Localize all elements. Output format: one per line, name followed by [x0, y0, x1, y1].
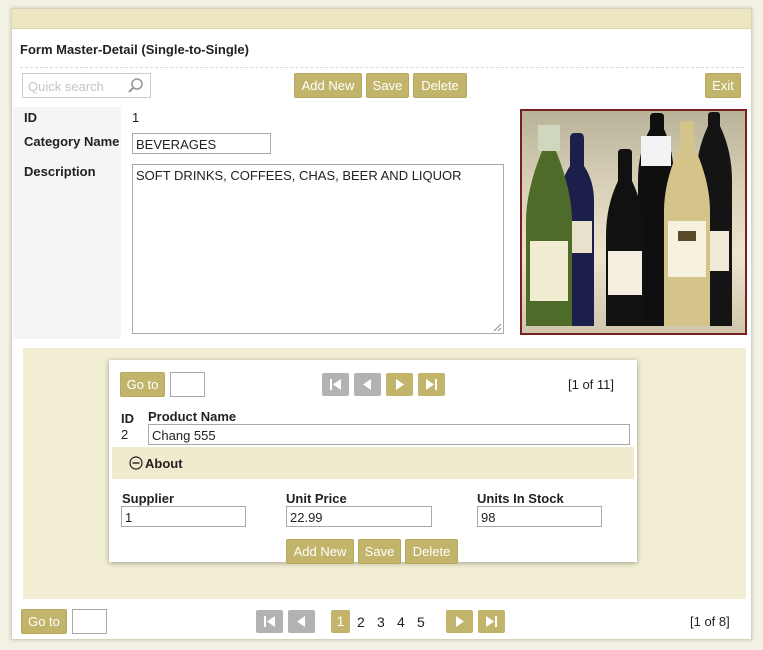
first-page-button[interactable] [256, 610, 283, 633]
page-link-5[interactable]: 5 [417, 614, 425, 630]
goto-button[interactable]: Go to [21, 609, 67, 634]
product-name-label: Product Name [148, 409, 237, 424]
id-value: 1 [132, 110, 140, 125]
detail-next-button[interactable] [386, 373, 413, 396]
description-label: Description [24, 164, 96, 179]
about-section-header[interactable]: About [112, 447, 634, 479]
collapse-circle-icon[interactable] [129, 456, 143, 470]
page-link-1[interactable]: 1 [331, 610, 350, 633]
prev-page-icon [363, 379, 371, 390]
id-label: ID [24, 110, 37, 125]
resize-grip-icon[interactable] [493, 323, 502, 332]
next-page-button[interactable] [446, 610, 473, 633]
detail-save-button[interactable]: Save [358, 539, 401, 564]
unit-price-input[interactable]: 22.99 [286, 506, 432, 527]
detail-last-button[interactable] [418, 373, 445, 396]
description-text: SOFT DRINKS, COFFEES, CHAS, BEER AND LIQ… [136, 168, 462, 183]
last-page-button[interactable] [478, 610, 505, 633]
supplier-label: Supplier [122, 491, 175, 506]
page-link-2[interactable]: 2 [357, 614, 365, 630]
unit-price-label: Unit Price [286, 491, 347, 506]
quick-search-input[interactable]: Quick search [22, 73, 151, 98]
category-name-input[interactable]: BEVERAGES [132, 133, 271, 154]
detail-prev-button[interactable] [354, 373, 381, 396]
detail-goto-input[interactable] [170, 372, 205, 397]
about-label: About [145, 456, 183, 471]
units-in-stock-label: Units In Stock [477, 491, 564, 506]
prev-page-icon [297, 616, 305, 627]
detail-goto-button[interactable]: Go to [120, 372, 165, 397]
prev-page-button[interactable] [288, 610, 315, 633]
detail-delete-button[interactable]: Delete [405, 539, 458, 564]
units-in-stock-input[interactable]: 98 [477, 506, 602, 527]
detail-first-button[interactable] [322, 373, 349, 396]
first-page-icon [264, 616, 275, 627]
page-counter: [1 of 8] [690, 614, 730, 629]
last-page-icon [426, 379, 437, 390]
detail-id-label: ID [121, 411, 134, 426]
detail-id-value: 2 [121, 427, 129, 442]
exit-button[interactable]: Exit [705, 73, 741, 98]
save-button[interactable]: Save [366, 73, 409, 98]
detail-add-new-button[interactable]: Add New [286, 539, 354, 564]
page-link-3[interactable]: 3 [377, 614, 385, 630]
detail-card: Go to [1 of 11] ID 2 Product Name Chang … [109, 360, 637, 564]
form-title: Form Master-Detail (Single-to-Single) [20, 42, 249, 57]
category-name-label: Category Name [24, 134, 120, 149]
product-name-input[interactable]: Chang 555 [148, 424, 630, 445]
top-band [12, 9, 751, 29]
page-link-4[interactable]: 4 [397, 614, 405, 630]
goto-input[interactable] [72, 609, 107, 634]
next-page-icon [396, 379, 404, 390]
detail-record-counter: [1 of 11] [568, 377, 615, 392]
add-new-button[interactable]: Add New [294, 73, 362, 98]
last-page-icon [486, 616, 497, 627]
search-icon[interactable] [127, 77, 144, 94]
search-placeholder: Quick search [28, 79, 104, 94]
supplier-input[interactable]: 1 [121, 506, 246, 527]
wine-bottles-image [526, 112, 732, 326]
first-page-icon [330, 379, 341, 390]
next-page-icon [456, 616, 464, 627]
separator [20, 67, 744, 68]
category-picture [520, 109, 747, 335]
description-textarea[interactable]: SOFT DRINKS, COFFEES, CHAS, BEER AND LIQ… [132, 164, 504, 334]
delete-button[interactable]: Delete [413, 73, 467, 98]
